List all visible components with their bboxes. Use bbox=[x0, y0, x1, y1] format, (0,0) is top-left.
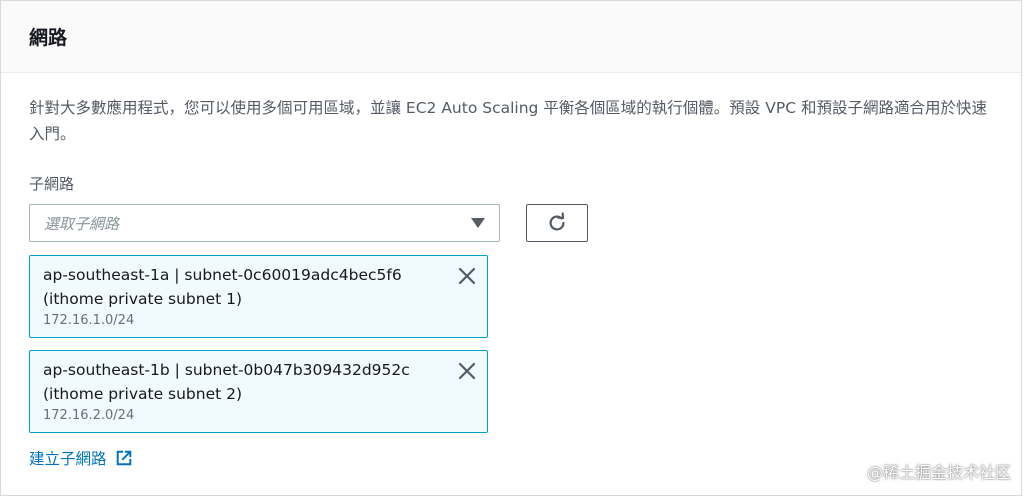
network-description: 針對大多數應用程式，您可以使用多個可用區域，並讓 EC2 Auto Scalin… bbox=[29, 99, 987, 143]
subnet-label: 子網路 bbox=[29, 175, 75, 193]
close-icon[interactable] bbox=[457, 266, 477, 286]
panel-title: 網路 bbox=[29, 27, 68, 49]
panel-header: 網路 bbox=[1, 1, 1021, 73]
subnet-token-id: ap-southeast-1a | subnet-0c60019adc4bec5… bbox=[43, 266, 402, 284]
create-subnet-link[interactable]: 建立子網路 bbox=[29, 447, 133, 469]
subnet-token-name: (ithome private subnet 1) bbox=[43, 290, 243, 308]
refresh-icon bbox=[549, 212, 565, 231]
subnet-token-name: (ithome private subnet 2) bbox=[43, 385, 243, 403]
create-subnet-link-label: 建立子網路 bbox=[29, 450, 107, 468]
subnet-select[interactable]: 選取子網路 bbox=[29, 204, 500, 242]
subnet-token-id: ap-southeast-1b | subnet-0b047b309432d95… bbox=[43, 361, 410, 379]
subnet-token-cidr: 172.16.1.0/24 bbox=[43, 313, 135, 328]
selected-subnet-token: ap-southeast-1b | subnet-0b047b309432d95… bbox=[29, 350, 488, 433]
watermark: @稀土掘金技术社区 bbox=[866, 463, 1011, 482]
caret-down-icon bbox=[471, 218, 485, 228]
network-panel: 網路 針對大多數應用程式，您可以使用多個可用區域，並讓 EC2 Auto Sca… bbox=[0, 0, 1022, 496]
selected-subnet-token: ap-southeast-1a | subnet-0c60019adc4bec5… bbox=[29, 255, 488, 338]
refresh-button[interactable] bbox=[526, 204, 588, 242]
subnet-select-placeholder: 選取子網路 bbox=[44, 214, 120, 233]
subnet-token-cidr: 172.16.2.0/24 bbox=[43, 408, 135, 423]
external-link-icon bbox=[116, 450, 131, 466]
close-icon[interactable] bbox=[457, 361, 477, 381]
